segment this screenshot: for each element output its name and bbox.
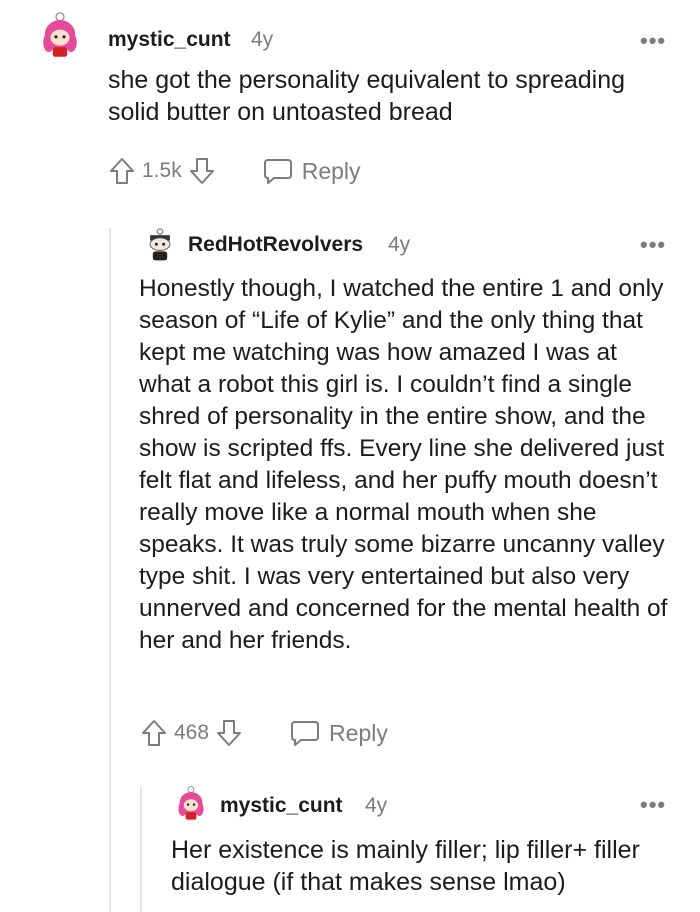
username[interactable]: mystic_cunt <box>108 28 231 52</box>
comment-body: Honestly though, I watched the entire 1 … <box>139 275 668 654</box>
comment-age: 4y <box>388 233 411 256</box>
reply-label: Reply <box>329 719 388 746</box>
comment-age: 4y <box>251 28 274 51</box>
comment-body: Her existence is mainly filler; lip fill… <box>171 836 640 896</box>
downvote-icon[interactable] <box>188 156 216 186</box>
vote-count: 1.5k <box>142 159 182 182</box>
reply-label: Reply <box>301 157 361 184</box>
more-options-icon[interactable]: ••• <box>640 794 666 816</box>
reply-button[interactable]: Reply <box>289 719 388 747</box>
pink-hair-avatar-icon[interactable] <box>173 786 209 822</box>
username[interactable]: mystic_cunt <box>220 794 343 818</box>
upvote-icon[interactable] <box>108 156 136 186</box>
more-options-icon[interactable]: ••• <box>640 30 666 52</box>
thread-line[interactable] <box>140 786 142 912</box>
reply-icon <box>291 721 320 746</box>
reply-icon <box>263 159 292 184</box>
comment-actions: 468 Reply <box>140 718 388 748</box>
thread-line[interactable] <box>109 228 111 912</box>
upvote-icon[interactable] <box>140 718 168 748</box>
comment-actions: 1.5k Reply <box>108 156 361 186</box>
vote-count: 468 <box>174 721 210 744</box>
downvote-icon[interactable] <box>215 718 243 748</box>
comment-age: 4y <box>365 794 388 817</box>
reply-button[interactable]: Reply <box>262 157 361 185</box>
comment-body: she got the personality equivalent to sp… <box>108 66 626 126</box>
pink-hair-avatar-icon[interactable] <box>36 12 84 60</box>
username[interactable]: RedHotRevolvers <box>188 233 363 257</box>
snoo-avatar-icon[interactable] <box>142 228 178 264</box>
more-options-icon[interactable]: ••• <box>640 234 666 256</box>
